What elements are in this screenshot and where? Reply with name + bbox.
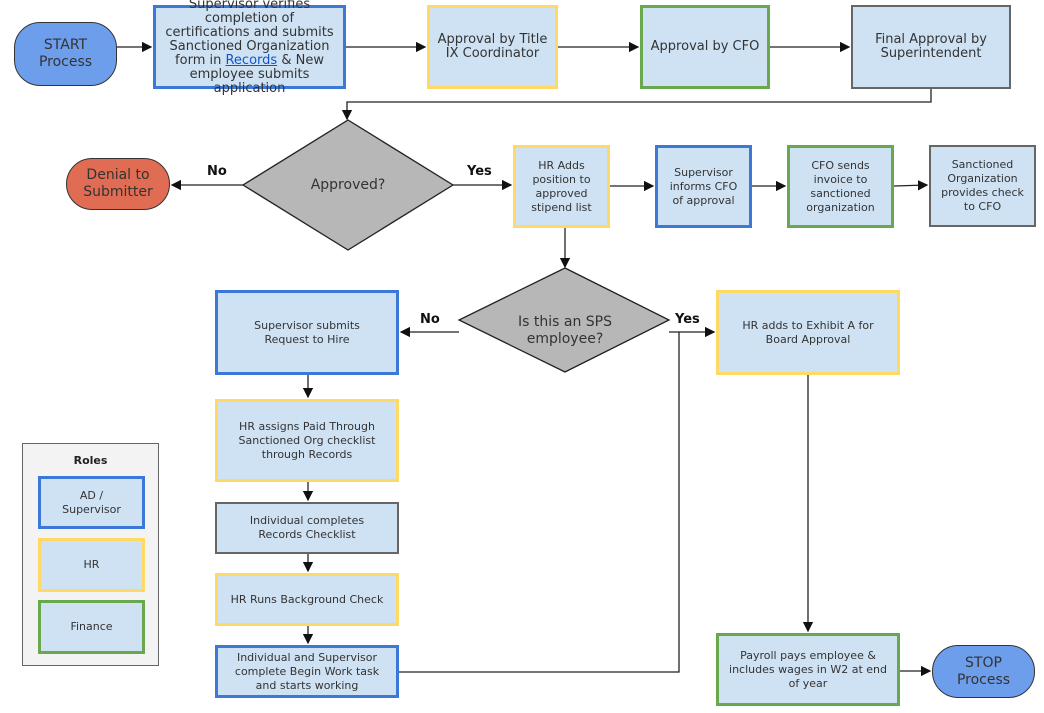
- legend-item-ad-supervisor: AD / Supervisor: [38, 476, 145, 529]
- legend-label: Finance: [70, 620, 113, 633]
- step-text: Supervisor submits Request to Hire: [254, 318, 360, 346]
- step-text: Individual and Supervisor complete Begin…: [234, 650, 380, 692]
- step-payroll: Payroll pays employee & includes wages i…: [716, 633, 900, 706]
- arrow: [341, 89, 932, 121]
- step-exhibit-a: HR adds to Exhibit A for Board Approval: [716, 290, 900, 375]
- step-begin-work: Individual and Supervisor complete Begin…: [215, 645, 399, 698]
- step-text: Approval by CFO: [650, 39, 760, 54]
- legend-item-hr: HR: [38, 538, 145, 592]
- step-text: HR adds to Exhibit A for Board Approval: [742, 318, 874, 346]
- step-supervisor-verifies: Supervisor verifies completion of certif…: [153, 0, 346, 96]
- step-hr-adds-position: HR Adds position to approved stipend lis…: [513, 145, 610, 228]
- step-final-approval: Final Approval by Superintendent: [851, 5, 1011, 89]
- step-supervisor-informs: Supervisor informs CFO of approval: [655, 145, 752, 228]
- branch-yes-label: Yes: [675, 312, 700, 327]
- denial-label: Denial to Submitter: [83, 167, 153, 200]
- step-hr-assigns: HR assigns Paid Through Sanctioned Org c…: [215, 399, 399, 482]
- legend-title: Roles: [73, 454, 108, 467]
- step-text: Final Approval by Superintendent: [875, 32, 987, 61]
- step-text: Approval by Title IX Coordinator: [437, 32, 548, 61]
- legend-label: AD / Supervisor: [62, 488, 121, 516]
- step-org-provides-check: Sanctioned Organization provides check t…: [929, 145, 1036, 227]
- branch-yes-label: Yes: [467, 164, 492, 179]
- step-cfo-approval: Approval by CFO: [640, 5, 770, 89]
- step-background-check: HR Runs Background Check: [215, 573, 399, 626]
- step-text: Individual completes Records Checklist: [249, 514, 365, 541]
- step-text: HR Adds position to approved stipend lis…: [531, 158, 592, 214]
- branch-no-label: No: [420, 312, 440, 327]
- step-cfo-sends-invoice: CFO sends invoice to sanctioned organiza…: [787, 145, 894, 228]
- stop-terminal: STOP Process: [932, 645, 1035, 698]
- flowchart: START Process Supervisor verifies comple…: [0, 0, 1044, 713]
- step-individual-checklist: Individual completes Records Checklist: [215, 502, 399, 554]
- denial-terminal: Denial to Submitter: [66, 158, 170, 210]
- stop-label: STOP Process: [956, 654, 1011, 688]
- step-title-ix: Approval by Title IX Coordinator: [427, 5, 558, 89]
- start-label: START Process: [38, 37, 93, 70]
- step-text: Payroll pays employee & includes wages i…: [729, 648, 887, 690]
- arrow: [893, 180, 929, 191]
- step-text: HR Runs Background Check: [230, 592, 384, 606]
- roles-legend: Roles AD / Supervisor HR Finance: [22, 443, 159, 666]
- start-terminal: START Process: [14, 22, 117, 86]
- step-request-to-hire: Supervisor submits Request to Hire: [215, 290, 399, 375]
- legend-item-finance: Finance: [38, 600, 145, 654]
- records-link[interactable]: Records: [225, 53, 277, 68]
- step-text: Supervisor informs CFO of approval: [669, 165, 738, 207]
- decision-approved: Approved?: [310, 176, 386, 193]
- legend-label: HR: [83, 558, 100, 571]
- step-text: Sanctioned Organization provides check t…: [941, 158, 1024, 213]
- decision-sps: Is this an SPS employee?: [518, 314, 612, 347]
- step-text: HR assigns Paid Through Sanctioned Org c…: [238, 419, 376, 461]
- step-text: Supervisor verifies completion of certif…: [162, 0, 337, 96]
- connector: [399, 332, 680, 673]
- step-text: CFO sends invoice to sanctioned organiza…: [806, 158, 875, 214]
- branch-no-label: No: [207, 164, 227, 179]
